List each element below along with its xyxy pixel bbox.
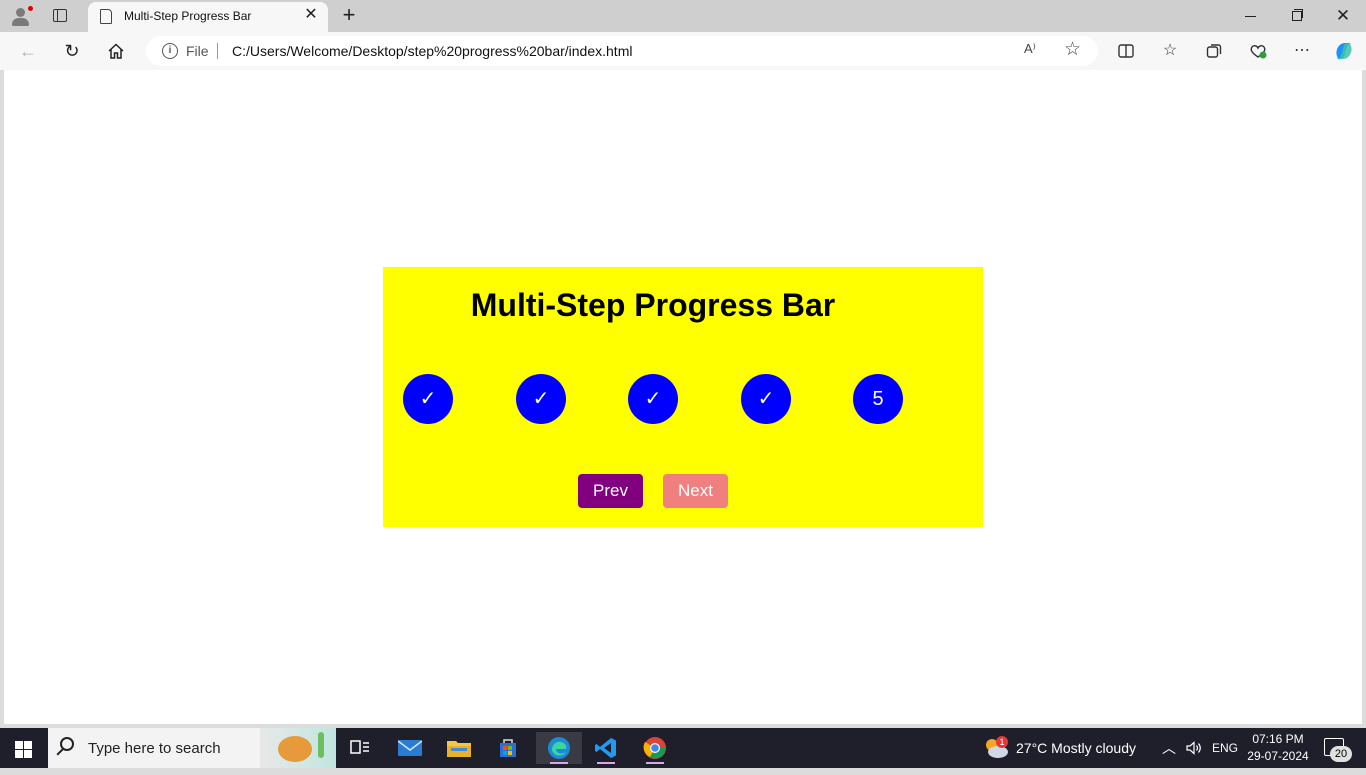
progress-card: Multi-Step Progress Bar ✓ ✓ ✓ ✓ 5 Prev N…	[383, 267, 983, 527]
split-screen-icon[interactable]	[1112, 37, 1140, 65]
edge-taskbar-icon[interactable]	[536, 732, 582, 764]
next-button[interactable]: Next	[663, 474, 728, 508]
clock-date: 29-07-2024	[1247, 749, 1309, 763]
url-scheme: File	[186, 43, 209, 59]
taskbar-search-box[interactable]: Type here to search	[48, 728, 336, 768]
page-icon	[100, 9, 112, 24]
search-highlight-image[interactable]	[260, 728, 336, 768]
task-view-icon[interactable]	[342, 732, 378, 764]
reload-button[interactable]: ↻	[58, 37, 86, 65]
language-indicator[interactable]: ENG	[1212, 728, 1238, 768]
back-button[interactable]: ←	[14, 37, 42, 65]
browser-essentials-icon[interactable]	[1244, 37, 1272, 65]
chrome-icon[interactable]	[637, 732, 673, 764]
volume-icon[interactable]	[1186, 728, 1202, 768]
page-title: Multi-Step Progress Bar	[470, 287, 836, 323]
collections-icon[interactable]	[1200, 37, 1228, 65]
favorite-star-icon[interactable]: ☆	[1064, 38, 1081, 61]
step-2-circle: ✓	[516, 374, 566, 424]
copilot-icon[interactable]	[1330, 37, 1358, 65]
minimize-button[interactable]	[1228, 0, 1274, 32]
step-4-circle: ✓	[741, 374, 791, 424]
mail-icon[interactable]	[392, 732, 428, 764]
step-5-circle: 5	[853, 374, 903, 424]
system-clock[interactable]: 07:16 PM 29-07-2024	[1244, 731, 1312, 765]
weather-alert-badge: 1	[996, 736, 1008, 748]
windows-taskbar: Type here to search 1 27°C Mostly cloudy…	[0, 728, 1366, 768]
show-hidden-icons-icon[interactable]: ︿	[1162, 728, 1176, 768]
address-bar[interactable]: i File C:/Users/Welcome/Desktop/step%20p…	[146, 36, 1098, 66]
restore-button[interactable]	[1274, 0, 1320, 32]
tab-title: Multi-Step Progress Bar	[124, 9, 252, 23]
browser-toolbar: ← ↻ i File C:/Users/Welcome/Desktop/step…	[0, 32, 1366, 70]
weather-icon[interactable]	[982, 728, 1012, 768]
home-button[interactable]	[102, 37, 130, 65]
step-1-circle: ✓	[403, 374, 453, 424]
start-button[interactable]	[0, 728, 48, 768]
url-separator	[217, 43, 218, 59]
vscode-icon[interactable]	[588, 732, 624, 764]
prev-button[interactable]: Prev	[578, 474, 643, 508]
weather-text[interactable]: 27°C Mostly cloudy	[1016, 728, 1136, 768]
tab-close-icon[interactable]: ✕	[302, 6, 320, 24]
notification-count-badge: 20	[1330, 746, 1352, 762]
home-icon	[108, 43, 124, 59]
page-viewport: Multi-Step Progress Bar ✓ ✓ ✓ ✓ 5 Prev N…	[4, 70, 1362, 724]
search-placeholder: Type here to search	[88, 740, 221, 757]
file-explorer-icon[interactable]	[441, 732, 477, 764]
step-3-circle: ✓	[628, 374, 678, 424]
tab-active[interactable]: Multi-Step Progress Bar ✕	[88, 2, 328, 32]
info-icon[interactable]: i	[162, 43, 178, 59]
browser-tab-strip: Multi-Step Progress Bar ✕ + ✕	[0, 0, 1366, 32]
search-icon	[60, 737, 74, 751]
clock-time: 07:16 PM	[1252, 732, 1304, 746]
step-indicators: ✓ ✓ ✓ ✓ 5	[403, 374, 923, 424]
more-menu-icon[interactable]: ⋯	[1288, 37, 1316, 65]
close-window-button[interactable]: ✕	[1320, 0, 1366, 32]
url-text[interactable]: C:/Users/Welcome/Desktop/step%20progress…	[232, 43, 632, 59]
read-aloud-icon[interactable]: A⁾	[1024, 41, 1036, 57]
tab-actions-icon[interactable]	[50, 7, 70, 25]
microsoft-store-icon[interactable]	[490, 732, 526, 764]
profile-icon[interactable]	[10, 5, 34, 27]
new-tab-button[interactable]: +	[338, 3, 360, 27]
favorites-icon[interactable]: ☆	[1156, 37, 1184, 65]
